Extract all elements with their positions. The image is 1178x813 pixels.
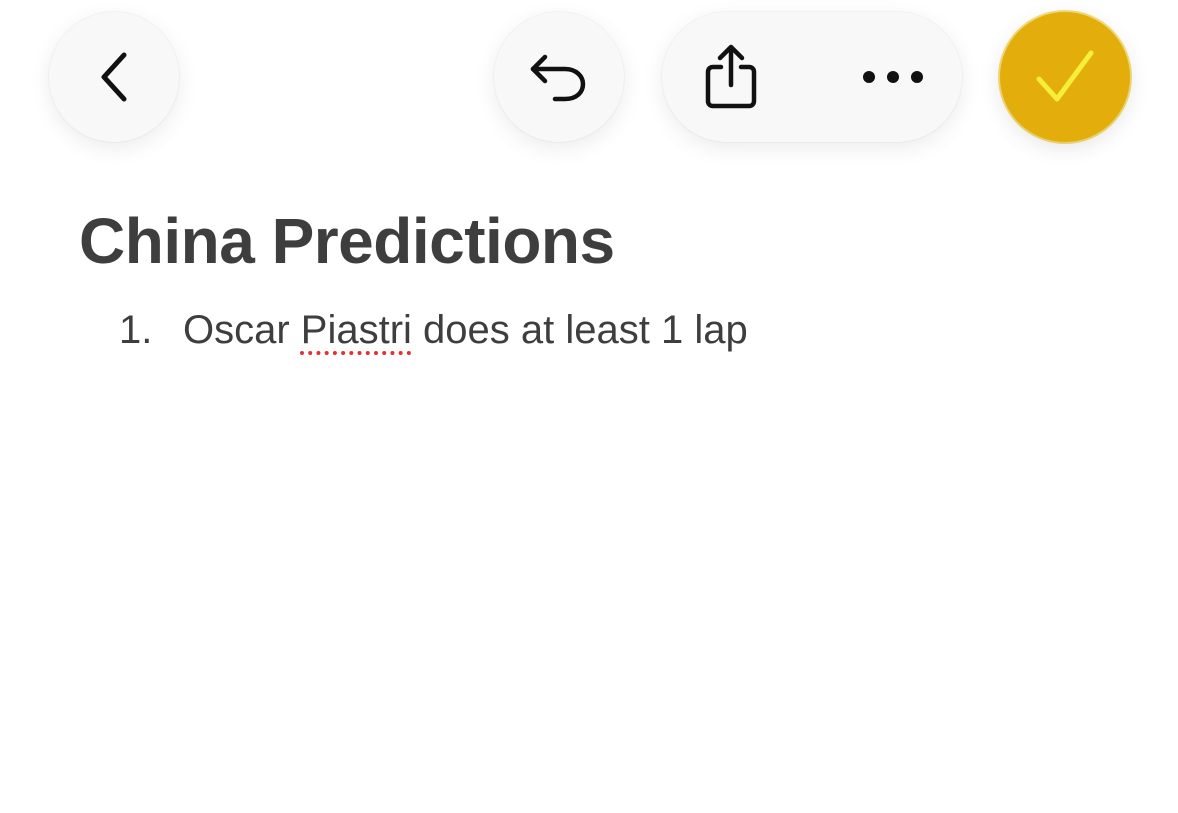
more-button[interactable] — [828, 12, 958, 142]
done-button[interactable] — [1000, 12, 1130, 142]
misspelled-word[interactable]: Piastri — [301, 308, 412, 352]
list-item-text-end[interactable]: does at least 1 lap — [412, 308, 748, 352]
undo-button[interactable] — [494, 12, 624, 142]
list-item-number: 1. — [119, 308, 153, 352]
back-button[interactable] — [49, 12, 179, 142]
list-item-text-start[interactable]: Oscar — [183, 308, 301, 352]
chevron-left-icon — [101, 52, 127, 102]
toolbar — [0, 0, 1178, 180]
share-icon — [705, 44, 757, 109]
share-button[interactable] — [666, 12, 796, 142]
action-pill — [662, 12, 962, 142]
list-item[interactable]: 1. Oscar Piastri does at least 1 lap — [119, 308, 748, 353]
note-title[interactable]: China Predictions — [79, 204, 615, 278]
numbered-list[interactable]: 1. Oscar Piastri does at least 1 lap — [119, 308, 748, 353]
undo-icon — [530, 54, 586, 102]
ellipsis-icon — [863, 71, 923, 83]
checkmark-icon — [1036, 50, 1094, 102]
